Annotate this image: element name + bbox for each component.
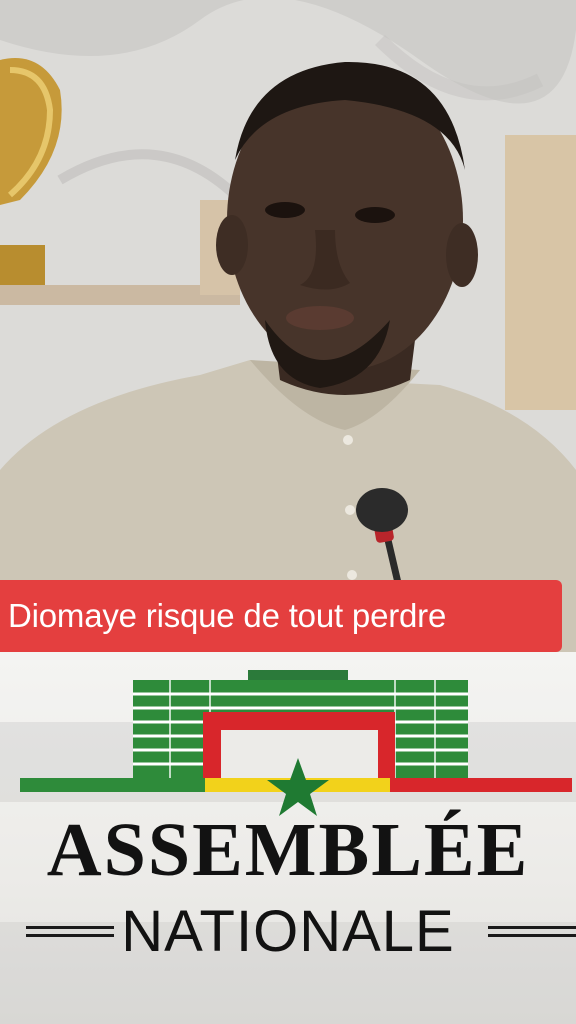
building-icon	[133, 670, 468, 780]
logo-subtitle-row: NATIONALE	[0, 900, 576, 970]
cabinet	[505, 135, 576, 410]
caption-text: Diomaye risque de tout perdre	[8, 597, 447, 634]
right-double-rule-lower	[488, 934, 576, 937]
caption-bar: Diomaye risque de tout perdre	[0, 580, 562, 652]
right-double-rule	[488, 926, 576, 929]
logo-title-assemblee: ASSEMBLÉE	[46, 808, 530, 892]
speaker-photo-illustration	[0, 0, 576, 660]
logo-title-nationale: NATIONALE	[121, 899, 455, 964]
speaker-photo	[0, 0, 576, 660]
